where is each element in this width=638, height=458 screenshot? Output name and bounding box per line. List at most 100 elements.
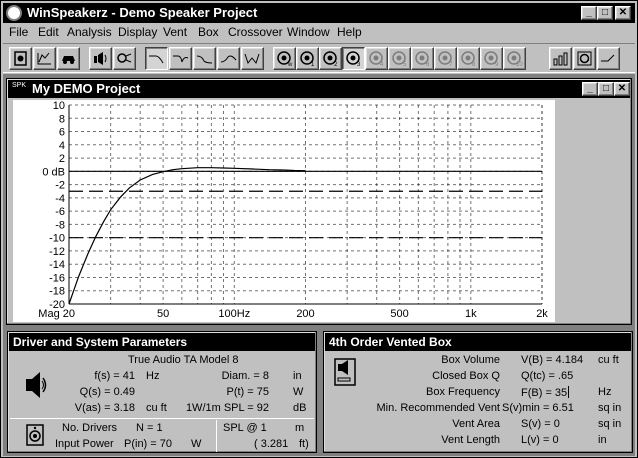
alignment-7-button[interactable]: 7	[434, 47, 457, 70]
speaker-cone-icon: 1	[300, 51, 315, 67]
x-tick-label: 1k	[465, 308, 477, 320]
input-power-unit: W	[191, 438, 202, 450]
speaker-cone-icon: 10	[507, 51, 523, 67]
y-tick-label: -6	[55, 206, 65, 218]
y-tick-label: -10	[49, 233, 65, 245]
driver-model[interactable]: True Audio TA Model 8	[128, 354, 238, 367]
closed-box-q-value[interactable]: Q(tc) = .65	[521, 370, 573, 383]
speaker-driver-button[interactable]	[9, 47, 32, 70]
qs-value[interactable]: Q(s) = 0.49	[58, 386, 135, 399]
car-cabin-button[interactable]	[57, 47, 80, 70]
menu-bar: File Edit Analysis Display Vent Box Cros…	[3, 24, 635, 42]
vent-length-value[interactable]: L(v) = 0	[521, 434, 559, 447]
crossover-highpass-button[interactable]	[217, 47, 240, 70]
menu-help[interactable]: Help	[337, 25, 362, 39]
vented-box-icon	[334, 358, 356, 386]
alignment-2-button[interactable]: 2	[319, 47, 342, 70]
alignment-label: 8	[472, 62, 476, 67]
fs-value[interactable]: f(s) = 41	[58, 370, 135, 383]
alignment-w-button[interactable]: w	[273, 47, 296, 70]
text-caret	[568, 386, 570, 398]
y-tick-label: -2	[55, 180, 65, 192]
impedance-button[interactable]	[549, 47, 572, 70]
speaker-cone-icon: 3	[346, 51, 361, 67]
crossover-lowpass-2-button[interactable]	[169, 47, 192, 70]
title-bar[interactable]: WinSpeakerz - Demo Speaker Project _ □ ✕	[3, 3, 635, 23]
alignment-6-button[interactable]: 6	[411, 47, 434, 70]
diam-value[interactable]: Diam. = 8	[188, 370, 269, 383]
project-window: SPK My DEMO Project _ □ ✕ 10 8 6 4 2 0 dB -2 -4…	[6, 78, 632, 325]
alignment-label: 2	[334, 62, 338, 67]
spk-icon[interactable]: SPK	[12, 82, 28, 96]
vent-area-value[interactable]: S(v) = 0	[521, 418, 560, 431]
box-frequency-unit: Hz	[598, 386, 612, 398]
alignment-label: 5	[403, 62, 407, 67]
maximize-button[interactable]: □	[597, 6, 613, 20]
menu-display[interactable]: Display	[118, 25, 157, 39]
export-button[interactable]	[597, 47, 620, 70]
speaker-cone-icon: 4	[369, 51, 384, 67]
minimize-button[interactable]: _	[581, 6, 597, 20]
mdi-workspace: SPK My DEMO Project _ □ ✕ 10 8 6 4 2 0 dB -2 -4…	[3, 74, 635, 456]
menu-window[interactable]: Window	[287, 25, 330, 39]
menu-edit[interactable]: Edit	[38, 25, 59, 39]
project-title-bar[interactable]: SPK My DEMO Project _ □ ✕	[8, 80, 630, 98]
project-minimize-button[interactable]: _	[582, 82, 598, 96]
box-volume-value[interactable]: V(B) = 4.184	[521, 354, 583, 367]
no-drivers-value[interactable]: N = 1	[136, 422, 163, 435]
speaker-cone-icon: 8	[461, 51, 476, 67]
menu-file[interactable]: File	[9, 25, 28, 39]
vas-value[interactable]: V(as) = 3.18	[48, 402, 135, 415]
alignment-label: 3	[357, 62, 361, 67]
min-vent-unit: sq in	[598, 402, 622, 414]
vent-profile-button[interactable]	[113, 47, 136, 70]
alignment-label: 10	[516, 62, 523, 67]
box-panel: 4th Order Vented Box Box Volume V(B) = 4…	[323, 331, 633, 453]
menu-vent[interactable]: Vent	[163, 25, 187, 39]
min-vent-value: S(v)min = 6.51	[502, 402, 574, 414]
driver-panel-title: Driver and System Parameters	[9, 333, 315, 351]
y-tick-label: -12	[49, 246, 65, 258]
box-frequency-label: Box Frequency	[426, 386, 500, 398]
line-arrow-icon	[601, 54, 615, 62]
spl-sensitivity-value[interactable]: 1W/1m SPL = 92	[178, 402, 269, 415]
input-power-value[interactable]: P(in) = 70	[124, 438, 172, 451]
alignment-4-button[interactable]: 4	[365, 47, 388, 70]
menu-crossover[interactable]: Crossover	[228, 25, 283, 39]
project-close-button[interactable]: ✕	[614, 82, 630, 96]
crossover-bandpass-button[interactable]	[193, 47, 216, 70]
alignment-1-button[interactable]: 1	[296, 47, 319, 70]
diam-unit: in	[293, 370, 302, 382]
alignment-8-button[interactable]: 8	[457, 47, 480, 70]
alignment-3-button[interactable]: 3	[342, 47, 365, 70]
pt-value[interactable]: P(t) = 75	[188, 386, 270, 399]
menu-analysis[interactable]: Analysis	[67, 25, 112, 39]
crossover-lowpass-button[interactable]	[145, 47, 168, 70]
crossover-notch-button[interactable]	[241, 47, 264, 70]
project-maximize-button[interactable]: □	[598, 82, 614, 96]
frequency-response-chart: 1086420 dB-2-4-6-8-10-12-14-16-18-20Mag …	[38, 100, 548, 320]
spl-distance-feet[interactable]: ( 3.281	[254, 438, 288, 451]
driver-params-button[interactable]	[33, 47, 56, 70]
alignment-label: 6	[426, 62, 430, 67]
response-graph[interactable]: 10 8 6 4 2 0 dB -2 -4 -6 -8 -10 -12 -14 -16 -18 -20 Mag …	[13, 100, 555, 322]
speaker-cone-icon: 6	[415, 51, 430, 67]
lowpass-curve-icon	[149, 55, 164, 64]
alignment-10-button[interactable]: 10	[503, 47, 526, 70]
bars-icon	[553, 52, 568, 66]
alignment-5-button[interactable]: 5	[388, 47, 411, 70]
menu-box[interactable]: Box	[198, 25, 219, 39]
alignment-label: 4	[380, 62, 384, 67]
vas-unit: cu ft	[146, 402, 167, 414]
pt-unit: W	[293, 386, 304, 398]
alignment-9-button[interactable]: 9	[480, 47, 503, 70]
spl-icon	[94, 52, 107, 65]
app-icon[interactable]	[6, 5, 22, 21]
speaker-cone-icon: 5	[392, 51, 407, 67]
close-button[interactable]: ✕	[615, 6, 631, 20]
y-tick-label: -8	[55, 219, 65, 231]
box-frequency-input[interactable]: F(B) = 35	[521, 386, 570, 400]
panel-divider	[10, 418, 314, 419]
spl-meter-button[interactable]	[89, 47, 112, 70]
phase-button[interactable]	[573, 47, 596, 70]
